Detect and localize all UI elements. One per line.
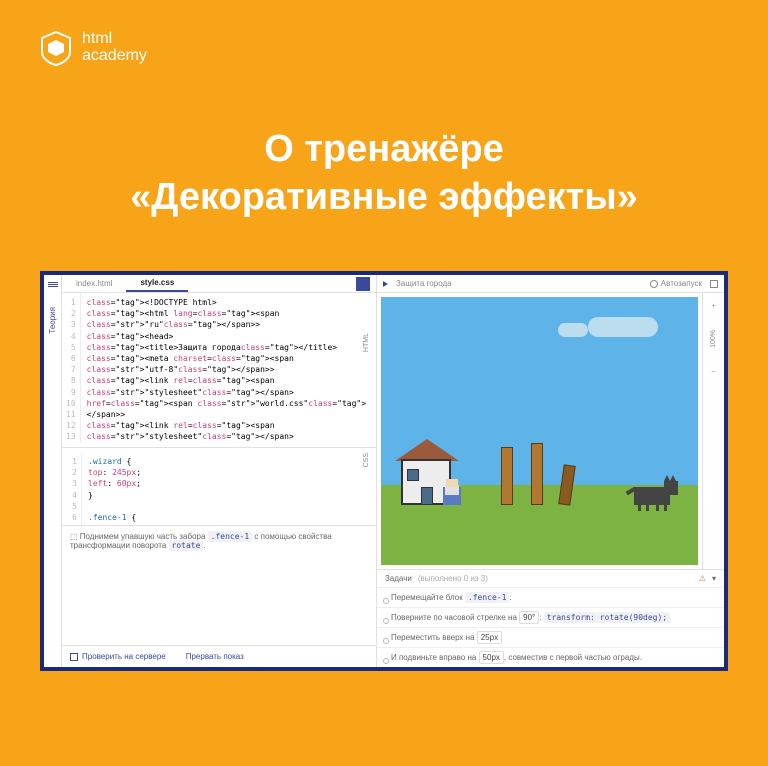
expand-tasks-icon[interactable]: ▾ (712, 574, 716, 583)
css-gutter: 1234567 (62, 452, 82, 525)
tasks-header: Задачи (выполнено 0 из 3) ⚠ ▾ (377, 569, 724, 587)
reload-icon (650, 280, 658, 288)
task-row: Поверните по часовой стрелке на 90°: tra… (377, 607, 724, 627)
zoom-in-button[interactable]: + (711, 303, 715, 310)
check-button[interactable]: Проверить на сервере (70, 652, 166, 661)
preview-header: Защита города Автозапуск (377, 275, 724, 293)
cloud-icon (588, 317, 658, 337)
html-editor[interactable]: 123456789101112131415161718 class="tag">… (62, 293, 376, 443)
css-vertical-label: CSS (363, 453, 370, 467)
zoom-percent: 100% (710, 330, 717, 348)
stop-button[interactable]: Прервать показ (186, 652, 244, 661)
house-door (421, 487, 433, 505)
check-icon (70, 653, 78, 661)
wolf-sprite (634, 477, 678, 505)
house-roof (395, 439, 459, 461)
editor-window: Теория index.html style.css 123456789101… (40, 271, 728, 671)
task-row: Перемещайте блок .fence-1: (377, 587, 724, 607)
sidebar-theory-label[interactable]: Теория (48, 307, 57, 334)
bottom-actions: Проверить на сервере Прервать показ (62, 645, 376, 667)
brand-line1: html (82, 31, 147, 48)
preview-canvas (381, 297, 698, 565)
css-editor[interactable]: 1234567 .wizard { top: 245px; left: 60px… (62, 447, 376, 525)
shield-icon (40, 30, 72, 66)
fence-2 (531, 443, 543, 505)
expand-icon[interactable] (710, 280, 718, 288)
zoom-rail: + 100% – (702, 293, 724, 569)
fence-1 (501, 447, 513, 505)
brand-line2: academy (82, 48, 147, 65)
task-row: И подвиньте вправо на 50px, совместив с … (377, 647, 724, 667)
html-vertical-label: HTML (363, 333, 370, 352)
wizard-sprite (443, 479, 461, 505)
tab-style-css[interactable]: style.css (126, 275, 188, 292)
menu-icon[interactable] (48, 281, 58, 289)
file-tabs: index.html style.css (62, 275, 376, 293)
house-window (407, 469, 419, 481)
play-icon[interactable] (383, 281, 388, 287)
hero-title: О тренажёре «Декоративные эффекты» (40, 126, 728, 221)
brand-logo: html academy (40, 30, 728, 66)
tab-index-html[interactable]: index.html (62, 275, 126, 292)
preview-title: Защита города (396, 279, 452, 288)
zoom-out-button[interactable]: – (712, 368, 716, 375)
warning-icon: ⚠ (699, 574, 706, 583)
autorun-toggle[interactable]: Автозапуск (650, 279, 702, 288)
html-gutter: 123456789101112131415161718 (62, 293, 81, 443)
task-row: Переместить вверх на 25px (377, 627, 724, 647)
code-hint: ⬚ Поднимем упавшую часть забора .fence-1… (62, 525, 376, 556)
tab-square-icon[interactable] (356, 277, 370, 291)
